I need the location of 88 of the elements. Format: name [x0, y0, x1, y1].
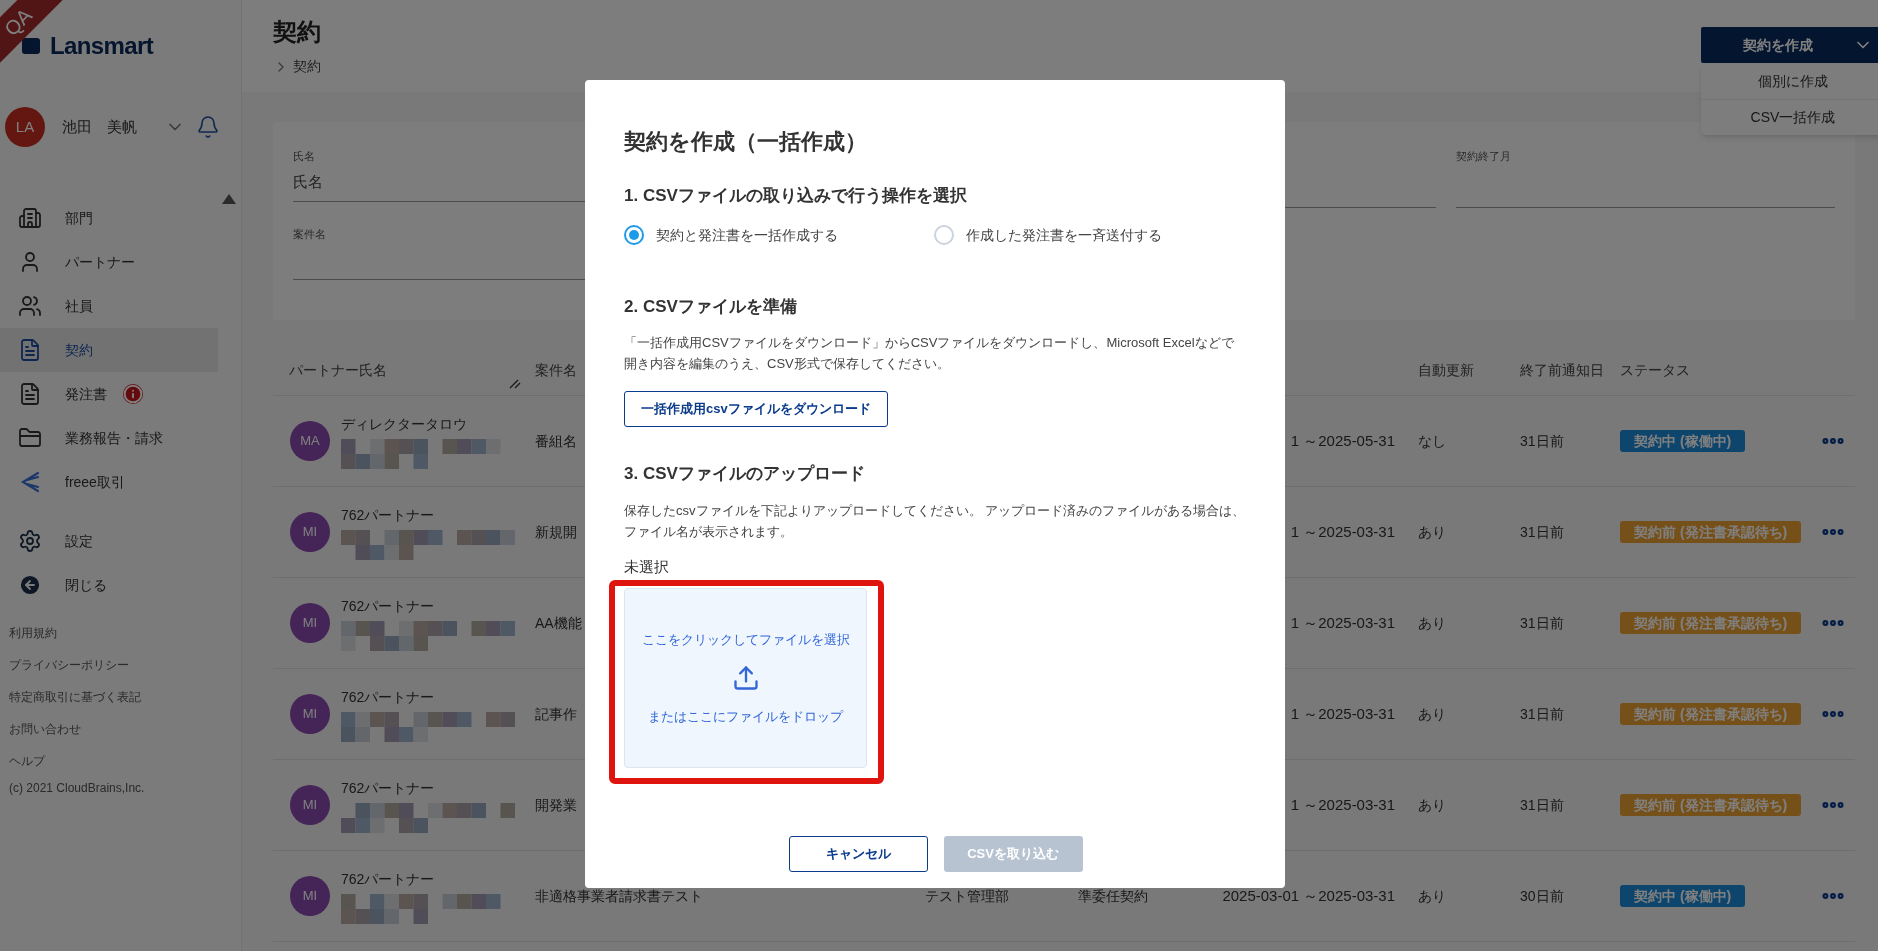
logo-text: Lansmart	[50, 31, 154, 61]
radio-option[interactable]: 作成した発注書を一斉送付する	[934, 224, 1162, 246]
column-header[interactable]: パートナー氏名	[289, 359, 387, 381]
partner-avatar: MI	[290, 603, 330, 643]
partner-name[interactable]: ディレクタータロウ	[341, 413, 516, 435]
project-name[interactable]: 非適格事業者請求書テスト	[535, 885, 925, 907]
nav-item[interactable]: 発注書	[0, 372, 218, 416]
download-csv-button[interactable]: 一括作成用csvファイルをダウンロード	[624, 391, 888, 427]
partner-name[interactable]: 762パートナー	[341, 868, 516, 890]
column-header[interactable]: 自動更新	[1395, 359, 1520, 381]
scroll-up-icon[interactable]	[222, 194, 236, 204]
notice-days-cell-text: 31日前	[1520, 795, 1565, 815]
end-month-field[interactable]: 契約終了月	[1456, 148, 1835, 208]
logo-icon	[20, 35, 42, 57]
auto-renew-cell-text: あり	[1417, 886, 1447, 906]
notice-days-cell-text: 31日前	[1520, 704, 1565, 724]
column-header[interactable]: 終了前通知日	[1520, 359, 1620, 381]
nav-item[interactable]: 部門	[0, 196, 218, 240]
create-contract-button[interactable]: 契約を作成	[1701, 27, 1878, 63]
settings-icon	[18, 529, 42, 553]
nav-item[interactable]: 契約	[0, 328, 218, 372]
status-badge: 契約中 (稼働中)	[1620, 430, 1746, 452]
status-badge: 契約前 (発注書承認待ち)	[1620, 703, 1802, 725]
user-avatar: LA	[5, 107, 45, 147]
nav-item[interactable]: 業務報告・請求	[0, 416, 218, 460]
notice-days-cell-text: 31日前	[1520, 613, 1565, 633]
resize-handle-icon[interactable]	[509, 379, 521, 389]
nav-icon	[18, 206, 42, 230]
notification-bell-icon[interactable]	[196, 115, 220, 139]
partner-name[interactable]: 762パートナー	[341, 595, 516, 617]
status-badge: 契約前 (発注書承認待ち)	[1620, 794, 1802, 816]
contract-period-cell-text: 1 ～2025-03-31	[1290, 612, 1395, 633]
auto-renew-cell-text: なし	[1417, 431, 1447, 451]
partner-name[interactable]: 762パートナー	[341, 504, 516, 526]
nav-icon	[18, 338, 42, 362]
contract-period-cell-text: 1 ～2025-03-31	[1290, 521, 1395, 542]
nav-item[interactable]: パートナー	[0, 240, 218, 284]
field-label: 氏名	[293, 149, 315, 164]
partner-avatar: MI	[290, 876, 330, 916]
partner-avatar: MI	[290, 512, 330, 552]
notice-days-cell-text: 31日前	[1520, 522, 1565, 542]
auto-renew-cell-text: あり	[1417, 613, 1447, 633]
instruction-text: 「一括作成用CSVファイルをダウンロード」からCSVファイルをダウンロードし、Microsoft Excelなどで開き内容を編集のうえ、CSV形式で保存してください。	[624, 334, 1235, 373]
contract-period-cell-text: 2025-03-01 ～2025-03-31	[1222, 885, 1395, 906]
contract-period-cell-text: 1 ～2025-03-31	[1290, 703, 1395, 724]
dialog-title: 契約を作成（一括作成）	[624, 128, 868, 156]
auto-renew-cell-text: あり	[1417, 795, 1447, 815]
section-heading: 2. CSVファイルを準備	[624, 295, 798, 318]
contract-period-cell-text: 1 ～2025-05-31	[1290, 430, 1395, 451]
nav-item[interactable]: 閉じる	[0, 563, 218, 607]
status-badge: 契約中 (稼働中)	[1620, 885, 1746, 907]
status-badge: 契約前 (発注書承認待ち)	[1620, 612, 1802, 634]
footer-link[interactable]: プライバシーポリシー	[9, 649, 241, 681]
section-heading: 3. CSVファイルのアップロード	[624, 463, 866, 485]
breadcrumb-link[interactable]: 契約	[293, 56, 321, 77]
nav-item[interactable]: 設定	[0, 519, 218, 563]
footer-link[interactable]: お問い合わせ	[9, 713, 241, 745]
column-header[interactable]: ステータス	[1620, 359, 1820, 381]
footer-link[interactable]: 利用規約	[9, 617, 241, 649]
department-cell-text: テスト管理部	[925, 886, 1010, 906]
contract-type-cell-text: 準委任契約	[1078, 886, 1149, 906]
instruction-text: 保存したcsvファイルを下記よりアップロードしてください。 アップロード済みのファイルがある場合は、ファイル名が表示されます。	[624, 501, 1246, 541]
upload-icon	[731, 664, 760, 692]
partner-name[interactable]: 762パートナー	[341, 777, 516, 799]
partner-avatar: MI	[290, 785, 330, 825]
nav-item[interactable]: 社員	[0, 284, 218, 328]
file-status-text: 未選択	[624, 556, 670, 577]
nav-item[interactable]: freee取引	[0, 460, 218, 504]
copyright-text: (c) 2021 CloudBrains,Inc.	[9, 780, 146, 797]
footer-link[interactable]: 特定商取引に基づく表記	[9, 681, 241, 713]
menu-item[interactable]: 個別に作成	[1701, 63, 1878, 99]
page-title: 契約	[273, 17, 321, 47]
footer-link[interactable]: ヘルプ	[9, 745, 241, 777]
nav-icon	[18, 426, 42, 450]
nav-icon	[18, 382, 42, 406]
auto-renew-cell-text: あり	[1417, 522, 1447, 542]
notice-days-cell-text: 30日前	[1520, 886, 1565, 906]
notice-days-cell-text: 31日前	[1520, 431, 1565, 451]
contract-period-cell-text: 1 ～2025-03-31	[1290, 794, 1395, 815]
partner-avatar: MI	[290, 694, 330, 734]
user-name: 池田 美帆	[62, 116, 137, 137]
partner-avatar: MA	[290, 421, 330, 461]
auto-renew-cell-text: あり	[1417, 704, 1447, 724]
status-badge: 契約前 (発注書承認待ち)	[1620, 521, 1802, 543]
partner-name[interactable]: 762パートナー	[341, 686, 516, 708]
cancel-button[interactable]: キャンセル	[788, 836, 928, 872]
nav-icon	[18, 294, 42, 318]
file-drop-zone[interactable]: ここをクリックしてファイルを選択 またはここにファイルをドロップ	[624, 588, 867, 768]
